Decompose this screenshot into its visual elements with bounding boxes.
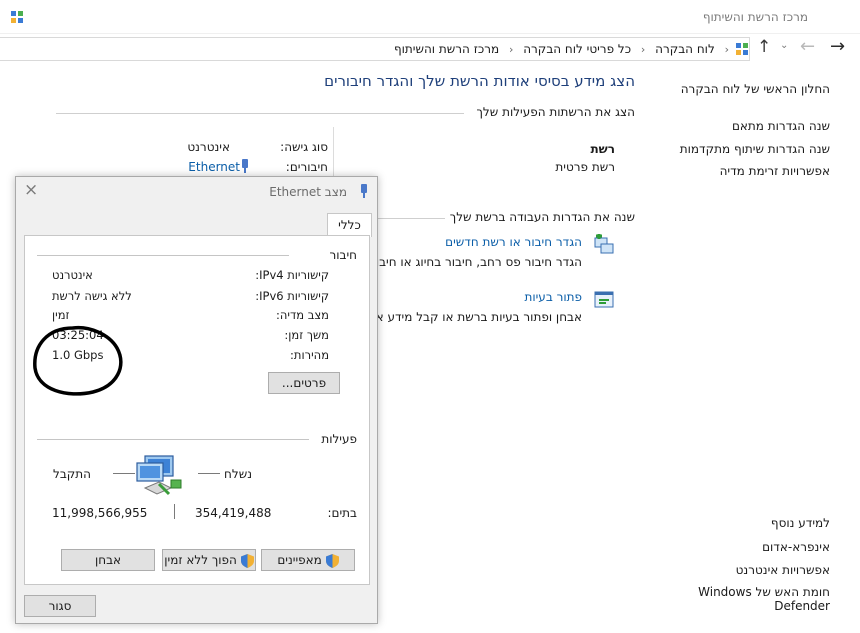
uac-shield-icon — [325, 553, 339, 568]
breadcrumb-item[interactable]: מרכז הרשת והשיתוף — [394, 42, 499, 56]
active-networks-heading: הצג את הרשתות הפעילות שלך — [476, 105, 635, 119]
divider — [37, 255, 289, 256]
access-type-label: סוג גישה: — [280, 140, 328, 154]
divider — [37, 439, 309, 440]
back-arrow-icon[interactable]: ← — [800, 36, 815, 57]
network-type: רשת פרטית — [555, 160, 615, 174]
ipv6-label: קישוריות IPv6: — [255, 289, 329, 303]
divider — [113, 473, 135, 474]
network-center-icon — [11, 11, 23, 23]
bytes-received-value: 11,998,566,955 — [52, 506, 148, 520]
chevron-right-icon: ‹ — [640, 43, 646, 56]
dialog-title: מצב Ethernet — [269, 185, 347, 199]
media-state-value: זמין — [52, 308, 70, 322]
ipv6-value: ללא גישה לרשת — [52, 289, 132, 303]
sidebar-item-sharing[interactable]: שנה הגדרות שיתוף מתקדמות — [680, 142, 830, 156]
troubleshoot-link[interactable]: פתור בעיות — [524, 290, 582, 304]
sidebar-home-link[interactable]: החלון הראשי של לוח הבקרה — [681, 82, 830, 96]
address-bar[interactable]: ‹ לוח הבקרה ‹ כל פריטי לוח הבקרה ‹ מרכז … — [0, 37, 750, 61]
disable-button[interactable]: הפוך ללא זמין — [162, 549, 256, 571]
access-type-value: אינטרנט — [187, 140, 230, 154]
bytes-label: בתים: — [327, 506, 357, 520]
page-title: הצג מידע בסיסי אודות הרשת שלך והגדר חיבו… — [324, 72, 635, 90]
ethernet-status-dialog: מצב Ethernet × כללי חיבור קישוריות IPv4:… — [15, 176, 378, 624]
details-button[interactable]: פרטים... — [268, 372, 340, 394]
media-state-label: מצב מדיה: — [276, 308, 329, 322]
ethernet-plug-icon — [359, 183, 369, 202]
ethernet-plug-icon — [240, 158, 250, 177]
diagnose-button[interactable]: אבחן — [61, 549, 155, 571]
network-name: רשת — [590, 142, 615, 156]
divider — [174, 504, 175, 519]
setup-connection-desc: הגדר חיבור פס רחב, חיבור בחיוג או חיבו — [375, 255, 582, 269]
properties-button[interactable]: מאפיינים — [261, 549, 355, 571]
close-icon[interactable]: × — [24, 180, 38, 200]
breadcrumb-item[interactable]: לוח הבקרה — [655, 42, 715, 56]
see-also-firewall[interactable]: חומת האש של Windows Defender — [690, 585, 830, 613]
divider — [375, 218, 445, 219]
see-also-infrared[interactable]: אינפרא-אדום — [762, 540, 830, 554]
setup-connection-link[interactable]: הגדר חיבור או רשת חדשים — [445, 235, 582, 249]
network-computer-icon — [136, 455, 182, 496]
see-also-title: למידע נוסף — [770, 516, 830, 530]
disable-button-label: הפוך ללא זמין — [164, 553, 237, 567]
divider — [198, 473, 220, 474]
sidebar-item-media[interactable]: אפשרויות זרימת מדיה — [720, 164, 830, 178]
breadcrumb: ‹ לוח הבקרה ‹ כל פריטי לוח הבקרה ‹ מרכז … — [394, 42, 735, 56]
title-bar: מרכז הרשת והשיתוף — [0, 0, 860, 34]
troubleshoot-icon — [593, 289, 615, 314]
uac-shield-icon — [240, 553, 254, 568]
ipv4-label: קישוריות IPv4: — [255, 268, 329, 282]
tab-general[interactable]: כללי — [327, 213, 372, 237]
sidebar-item-adapter[interactable]: שנה הגדרות מתאם — [732, 119, 830, 133]
chevron-right-icon: ‹ — [724, 43, 729, 56]
breadcrumb-item[interactable]: כל פריטי לוח הבקרה — [523, 42, 631, 56]
chevron-right-icon: ‹ — [508, 43, 514, 56]
received-label: התקבל — [53, 467, 91, 481]
change-settings-heading: שנה את הגדרות העבודה ברשת שלך — [449, 210, 635, 224]
window-title: מרכז הרשת והשיתוף — [702, 10, 808, 24]
see-also-internet-options[interactable]: אפשרויות אינטרנט — [736, 563, 830, 577]
divider — [56, 113, 464, 114]
troubleshoot-desc: אבחן ופתור בעיות ברשת או קבל מידע א — [375, 310, 582, 324]
forward-arrow-icon[interactable]: → — [830, 36, 845, 57]
new-connection-icon — [593, 233, 615, 259]
activity-group-title: פעילות — [321, 432, 357, 446]
speed-label: מהירות: — [290, 348, 329, 362]
control-panel-icon — [736, 43, 748, 55]
connections-label: חיבורים: — [285, 160, 328, 174]
up-arrow-icon[interactable]: ↑ — [757, 37, 771, 57]
ethernet-connection-link[interactable]: Ethernet — [188, 160, 240, 174]
annotation-circle — [33, 325, 123, 396]
chevron-down-icon[interactable]: ⌄ — [780, 40, 788, 51]
sent-label: נשלח — [224, 467, 252, 481]
connection-group-title: חיבור — [329, 248, 357, 262]
duration-label: משך זמן: — [284, 328, 329, 342]
close-button[interactable]: סגור — [24, 595, 96, 617]
ipv4-value: אינטרנט — [52, 268, 93, 282]
bytes-sent-value: 354,419,488 — [195, 506, 272, 520]
properties-button-label: מאפיינים — [277, 553, 322, 567]
general-tab-panel: חיבור קישוריות IPv4: אינטרנט קישוריות IP… — [24, 235, 370, 585]
